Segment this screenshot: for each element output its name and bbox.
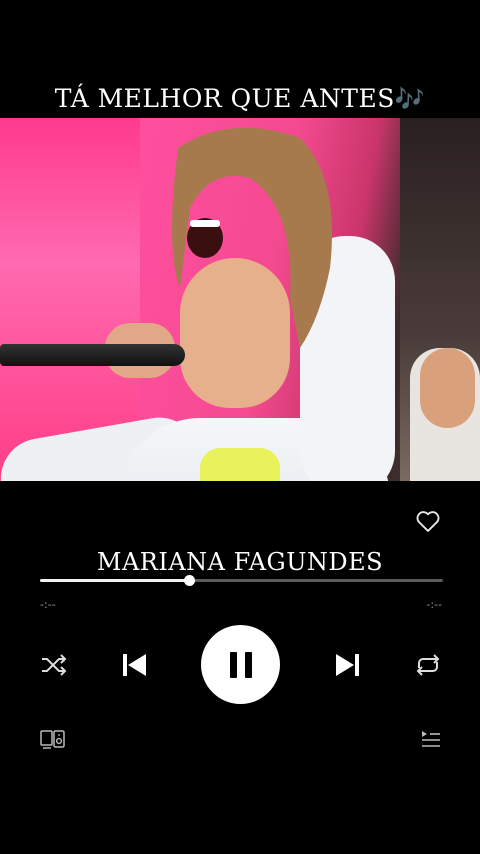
heart-outline-icon: [416, 511, 440, 532]
play-pause-button[interactable]: [201, 625, 280, 704]
skip-previous-icon: [123, 654, 146, 676]
devices-button[interactable]: [40, 729, 66, 753]
progress-fill: [40, 579, 190, 582]
shuffle-button[interactable]: [38, 652, 70, 678]
remaining-time: -:--: [426, 598, 442, 611]
video-frame[interactable]: [0, 118, 480, 481]
singer-mouth: [187, 218, 223, 258]
microphone: [0, 344, 185, 366]
previous-button[interactable]: [119, 650, 149, 680]
progress-bar[interactable]: [40, 575, 443, 586]
progress-handle[interactable]: [184, 575, 196, 586]
repeat-icon: [416, 654, 440, 676]
connect-device-icon: [40, 730, 65, 749]
elapsed-time: -:--: [40, 598, 56, 611]
song-title-overlay: TÁ MELHOR QUE ANTES🎶: [0, 84, 480, 113]
pause-icon: [229, 651, 252, 678]
skip-next-icon: [336, 654, 359, 676]
music-notes-emoji: 🎶: [394, 85, 426, 113]
next-button[interactable]: [333, 650, 363, 680]
artist-name: MARIANA FAGUNDES: [96, 548, 384, 576]
like-button[interactable]: [414, 507, 442, 535]
shuffle-icon: [42, 654, 67, 676]
queue-button[interactable]: [420, 729, 442, 753]
song-title: TÁ MELHOR QUE ANTES: [54, 84, 395, 113]
repeat-button[interactable]: [412, 651, 444, 679]
queue-icon: [422, 731, 440, 747]
